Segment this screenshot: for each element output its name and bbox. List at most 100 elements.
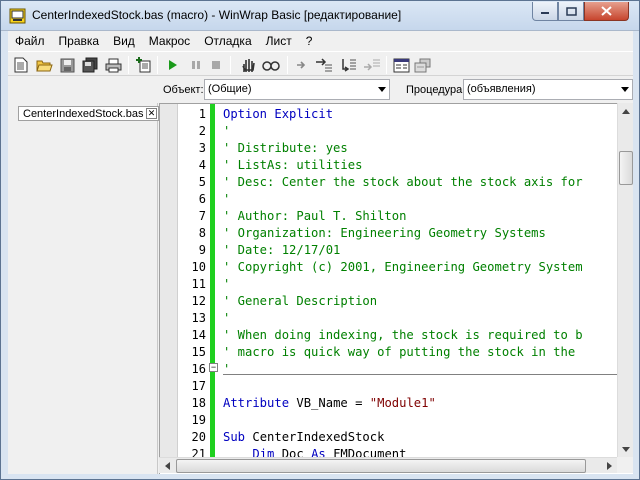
code-line[interactable]: ' ListAs: utilities xyxy=(223,158,362,175)
breakpoint-gutter[interactable] xyxy=(160,104,178,458)
line-number: 14 xyxy=(191,328,206,342)
new-button[interactable] xyxy=(11,55,31,75)
code-string: "Module1" xyxy=(369,396,436,410)
menu-help[interactable]: ? xyxy=(299,31,320,50)
document-tab-panel: CenterIndexedStock.bas ✕ xyxy=(8,103,159,474)
menu-sheet[interactable]: Лист xyxy=(259,31,299,50)
code-line[interactable]: ' xyxy=(223,277,230,294)
code-line[interactable]: ' Organization: Engineering Geometry Sys… xyxy=(223,226,546,243)
object-browser-icon xyxy=(393,58,409,72)
run-icon xyxy=(169,60,177,70)
menu-debug[interactable]: Отладка xyxy=(197,31,258,50)
fold-toggle-icon[interactable]: − xyxy=(209,363,218,372)
selector-row: Объект: (Общие) Процедура: (объявления) xyxy=(8,77,633,102)
code-line[interactable]: Sub CenterIndexedStock xyxy=(223,430,384,447)
vertical-scrollbar[interactable] xyxy=(617,103,633,457)
toolbar-separator xyxy=(157,56,158,74)
code-line[interactable]: ' When doing indexing, the stock is requ… xyxy=(223,328,583,345)
code-line[interactable]: ' General Description xyxy=(223,294,377,311)
object-label: Объект: xyxy=(163,84,204,96)
maximize-button[interactable] xyxy=(558,2,584,21)
open-button[interactable] xyxy=(34,55,54,75)
object-browser-button[interactable] xyxy=(391,55,411,75)
quick-watch-button[interactable] xyxy=(261,55,281,75)
chevron-down-icon xyxy=(621,87,629,92)
code-line[interactable]: ' xyxy=(223,362,230,379)
close-button[interactable] xyxy=(584,2,629,21)
menu-view[interactable]: Вид xyxy=(106,31,142,50)
line-number: 13 xyxy=(191,311,206,325)
code-text: VB_Name = xyxy=(289,396,370,410)
code-comment: ' xyxy=(223,124,231,138)
code-line[interactable]: ' Distribute: yes xyxy=(223,141,348,158)
step-over-button[interactable] xyxy=(314,55,334,75)
code-line[interactable]: Option Explicit xyxy=(223,107,333,124)
line-number: 17 xyxy=(191,379,206,393)
line-number: 4 xyxy=(198,158,206,172)
tab-label: CenterIndexedStock.bas xyxy=(23,108,144,120)
procedure-label: Процедура: xyxy=(406,84,466,96)
menu-bar: Файл Правка Вид Макрос Отладка Лист ? xyxy=(8,31,633,50)
stop-button[interactable] xyxy=(206,55,226,75)
code-text: CenterIndexedStock xyxy=(245,430,385,444)
code-line[interactable]: ' xyxy=(223,124,230,141)
new-icon xyxy=(14,57,28,73)
scroll-up-button[interactable] xyxy=(618,103,634,119)
scrollbar-corner xyxy=(617,457,633,473)
menu-macro[interactable]: Макрос xyxy=(142,31,197,50)
code-line[interactable]: ' macro is quick way of putting the stoc… xyxy=(223,345,575,362)
print-button[interactable] xyxy=(103,55,123,75)
object-dropdown-value: (Общие) xyxy=(208,83,252,95)
line-number: 2 xyxy=(198,124,206,138)
line-number: 1 xyxy=(198,107,206,121)
add-module-button[interactable] xyxy=(133,55,153,75)
procedure-dropdown[interactable]: (объявления) xyxy=(463,79,633,100)
line-number: 5 xyxy=(198,175,206,189)
line-number: 20 xyxy=(191,430,206,444)
scroll-down-button[interactable] xyxy=(618,441,634,457)
pause-button[interactable] xyxy=(186,55,206,75)
step-to-cursor-button[interactable] xyxy=(362,55,382,75)
chevron-down-icon xyxy=(622,446,630,452)
step-out-button[interactable] xyxy=(338,55,358,75)
step-into-button[interactable] xyxy=(292,55,312,75)
menu-file[interactable]: Файл xyxy=(8,31,52,50)
line-number: 3 xyxy=(198,141,206,155)
save-button[interactable] xyxy=(57,55,77,75)
code-line[interactable]: ' Date: 12/17/01 xyxy=(223,243,340,260)
line-number: 7 xyxy=(198,209,206,223)
toggle-breakpoint-button[interactable] xyxy=(238,55,258,75)
code-keyword: Option Explicit xyxy=(223,107,334,121)
scroll-left-button[interactable] xyxy=(159,458,175,474)
code-line[interactable]: Attribute VB_Name = "Module1" xyxy=(223,396,436,413)
title-bar[interactable]: CenterIndexedStock.bas (macro) - WinWrap… xyxy=(1,1,639,31)
tab-centerindexedstock[interactable]: CenterIndexedStock.bas ✕ xyxy=(18,106,159,121)
code-text-area[interactable]: Option Explicit ' ' Distribute: yes ' ListA… xyxy=(223,104,623,458)
menu-edit[interactable]: Правка xyxy=(52,31,107,50)
code-comment: ' xyxy=(223,277,231,291)
maximize-icon xyxy=(565,6,577,16)
toggle-breakpoint-icon xyxy=(242,59,255,72)
step-over-icon xyxy=(316,58,332,72)
close-icon xyxy=(601,6,612,16)
procedure-dropdown-value: (объявления) xyxy=(467,83,536,95)
minimize-button[interactable] xyxy=(532,2,558,21)
save-all-button[interactable] xyxy=(80,55,100,75)
close-tab-icon[interactable]: ✕ xyxy=(146,108,157,119)
code-line[interactable]: ' Desc: Center the stock about the stock… xyxy=(223,175,583,192)
code-editor[interactable]: 1 2 3 4 5 6 7 8 9 10 11 12 13 14 15 16 17 18 19 20 21 − Opti… xyxy=(159,103,633,474)
run-button[interactable] xyxy=(163,55,183,75)
references-button[interactable] xyxy=(413,55,433,75)
code-comment: ' Date: 12/17/01 xyxy=(223,243,341,257)
scroll-right-button[interactable] xyxy=(601,458,617,474)
horizontal-scrollbar[interactable] xyxy=(159,457,617,473)
add-module-icon xyxy=(135,57,150,73)
toolbar-separator xyxy=(128,56,129,74)
object-dropdown[interactable]: (Общие) xyxy=(204,79,390,100)
code-line[interactable]: ' xyxy=(223,192,230,209)
code-line[interactable]: ' Copyright (c) 2001, Engineering Geomet… xyxy=(223,260,583,277)
code-line[interactable]: ' xyxy=(223,311,230,328)
vertical-scroll-thumb[interactable] xyxy=(619,151,633,185)
code-line[interactable]: ' Author: Paul T. Shilton xyxy=(223,209,406,226)
horizontal-scroll-thumb[interactable] xyxy=(176,459,586,473)
